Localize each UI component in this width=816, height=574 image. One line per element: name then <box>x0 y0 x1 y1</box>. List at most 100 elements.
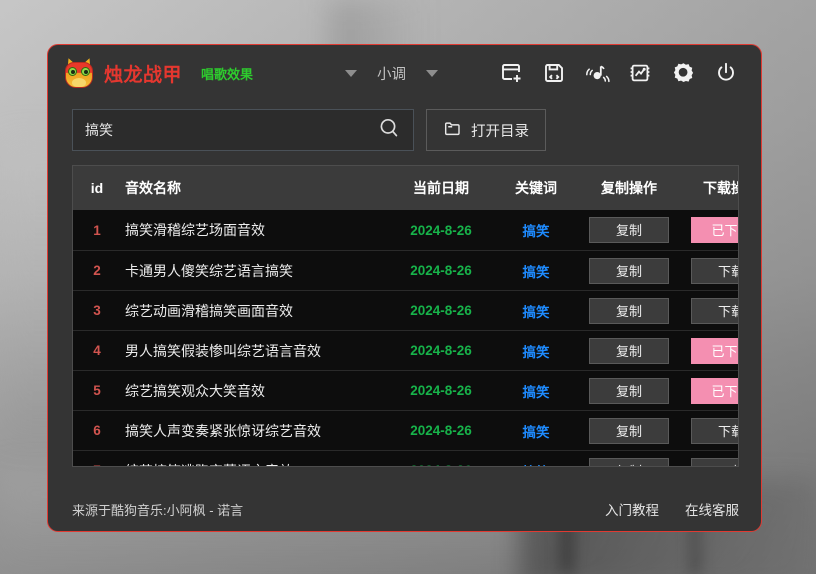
row-download-cell: 下载 <box>679 257 738 284</box>
row-name: 综艺动画滑稽搞笑画面音效 <box>125 302 293 319</box>
downloaded-button[interactable]: 已下载 <box>691 217 738 243</box>
row-keyword[interactable]: 搞笑 <box>493 220 579 240</box>
search-row: 打开目录 <box>48 101 761 151</box>
table-row[interactable]: 5 综艺搞笑观众大笑音效 2024-8-26 搞笑复制已下载 <box>73 370 738 410</box>
row-name: 综艺搞笑观众大笑音效 <box>125 382 265 399</box>
open-directory-label: 打开目录 <box>471 123 529 140</box>
music-note-icon[interactable] <box>584 60 610 86</box>
power-icon[interactable] <box>713 60 739 86</box>
row-name: 综艺搞笑逃跑字幕语言音效 <box>121 461 389 467</box>
download-button[interactable]: 下载 <box>691 257 738 284</box>
copy-button[interactable]: 复制 <box>589 217 669 243</box>
row-date: 2024-8-26 <box>410 263 472 278</box>
footer: 来源于酷狗音乐:小阿枫 - 诺言 入门教程 在线客服 <box>48 487 761 531</box>
brand: 烛龙战甲 唱歌效果 <box>63 56 254 89</box>
row-name: 搞笑滑稽综艺场面音效 <box>125 222 265 238</box>
settings-gear-icon[interactable] <box>670 60 696 86</box>
row-date: 2024-8-26 <box>410 383 472 398</box>
footer-link-customer-service[interactable]: 在线客服 <box>685 499 739 519</box>
row-id: 3 <box>93 303 101 318</box>
column-header-copy: 复制操作 <box>601 180 657 196</box>
row-download-cell: 下载 <box>679 297 738 324</box>
brand-subtitle: 唱歌效果 <box>201 66 254 82</box>
copy-button[interactable]: 复制 <box>589 377 669 404</box>
table-row[interactable]: 6 搞笑人声变奏紧张惊讶综艺音效 2024-8-26 搞笑复制下载 <box>73 410 738 450</box>
row-download-cell: 已下载 <box>679 337 738 364</box>
table-header-row: id 音效名称 当前日期 关键词 复制操作 下载操作 <box>73 166 738 210</box>
row-copy-cell: 复制 <box>579 257 679 284</box>
download-button[interactable]: 下载 <box>691 297 738 324</box>
table-row[interactable]: 4 男人搞笑假装惨叫综艺语言音效 2024-8-26 搞笑复制已下载 <box>73 330 738 370</box>
chevron-down-icon-right[interactable] <box>426 69 439 77</box>
copy-button[interactable]: 复制 <box>589 257 669 284</box>
footer-links: 入门教程 在线客服 <box>605 499 739 519</box>
row-keyword[interactable]: 搞笑 <box>493 421 579 441</box>
row-keyword[interactable]: 搞笑 <box>493 381 579 401</box>
toolbar <box>498 60 739 86</box>
footer-link-tutorial[interactable]: 入门教程 <box>605 499 659 519</box>
row-id: 7 <box>73 463 121 466</box>
row-copy-cell: 复制 <box>579 217 679 243</box>
brand-name: 烛龙战甲 <box>104 64 183 86</box>
row-date: 2024-8-26 <box>410 343 472 358</box>
column-header-download: 下载操作 <box>703 180 738 196</box>
sound-effects-table: id 音效名称 当前日期 关键词 复制操作 下载操作 1 搞笑滑稽综艺场面音效 20… <box>72 165 739 467</box>
dragon-mascot-icon <box>63 56 95 89</box>
row-id: 1 <box>93 222 101 238</box>
row-copy-cell: 复制 <box>579 337 679 364</box>
mode-value[interactable]: 小调 <box>377 63 406 84</box>
row-date: 2024-8-26 <box>410 423 472 438</box>
table-row[interactable]: 7综艺搞笑逃跑字幕语言音效2024-8-26搞笑 复制 下载 <box>73 450 738 467</box>
row-keyword[interactable]: 搞笑 <box>493 341 579 361</box>
column-header-name: 音效名称 <box>125 180 181 196</box>
row-name: 搞笑人声变奏紧张惊讶综艺音效 <box>125 422 321 439</box>
downloaded-button[interactable]: 已下载 <box>691 377 738 404</box>
row-copy-cell: 复制 <box>579 457 679 466</box>
column-header-date: 当前日期 <box>413 180 469 196</box>
copy-button[interactable]: 复制 <box>589 337 669 364</box>
row-date: 2024-8-26 <box>410 222 472 238</box>
row-keyword[interactable]: 搞笑 <box>493 301 579 321</box>
search-box[interactable] <box>72 109 414 151</box>
chevron-down-icon-left[interactable] <box>345 69 358 77</box>
table-body: 1搞笑滑稽综艺场面音效2024-8-26搞笑复制已下载2卡通男人傻笑综艺语言搞笑… <box>73 210 738 467</box>
search-icon[interactable] <box>377 116 401 145</box>
row-copy-cell: 复制 <box>579 417 679 444</box>
copy-button[interactable]: 复制 <box>589 417 669 444</box>
column-header-keyword: 关键词 <box>515 180 557 196</box>
row-download-cell: 已下载 <box>679 377 738 404</box>
row-copy-cell: 复制 <box>579 297 679 324</box>
row-id: 6 <box>93 423 101 438</box>
app-window: 烛龙战甲 唱歌效果 小调 搞笑 打开目录 id 音效名称 当前日期 关键词 复制… <box>47 44 762 532</box>
row-id: 5 <box>93 383 101 398</box>
search-input[interactable] <box>85 122 377 138</box>
download-button[interactable]: 下载 <box>691 417 738 444</box>
row-download-cell: 下载 <box>679 417 738 444</box>
save-code-icon[interactable] <box>541 60 567 86</box>
row-copy-cell: 复制 <box>579 377 679 404</box>
copy-button[interactable]: 复制 <box>589 457 669 466</box>
mode-picker[interactable]: 小调 <box>345 63 439 84</box>
row-name: 男人搞笑假装惨叫综艺语言音效 <box>125 342 321 359</box>
open-directory-button[interactable]: 打开目录 <box>426 109 546 151</box>
folder-icon <box>443 119 462 142</box>
table-row[interactable]: 2 卡通男人傻笑综艺语言搞笑 2024-8-26 搞笑复制下载 <box>73 250 738 290</box>
table-row[interactable]: 1 搞笑滑稽综艺场面音效 2024-8-26 搞笑复制已下载 <box>73 210 738 250</box>
row-name: 卡通男人傻笑综艺语言搞笑 <box>125 262 293 279</box>
downloaded-button[interactable]: 已下载 <box>691 337 738 364</box>
download-button[interactable]: 下载 <box>691 457 738 466</box>
row-date: 2024-8-26 <box>410 303 472 318</box>
row-date: 2024-8-26 <box>389 463 493 466</box>
row-id: 2 <box>93 263 101 278</box>
copy-button[interactable]: 复制 <box>589 297 669 324</box>
row-download-cell: 下载 <box>679 457 738 466</box>
row-id: 4 <box>93 343 101 358</box>
audio-edit-icon[interactable] <box>627 60 653 86</box>
row-keyword[interactable]: 搞笑 <box>493 261 579 281</box>
add-window-icon[interactable] <box>498 60 524 86</box>
column-header-id: id <box>90 180 104 196</box>
now-playing-source: 来源于酷狗音乐:小阿枫 - 诺言 <box>72 502 244 518</box>
row-keyword[interactable]: 搞笑 <box>493 461 579 467</box>
table-row[interactable]: 3 综艺动画滑稽搞笑画面音效 2024-8-26 搞笑复制下载 <box>73 290 738 330</box>
titlebar: 烛龙战甲 唱歌效果 小调 <box>48 45 761 101</box>
